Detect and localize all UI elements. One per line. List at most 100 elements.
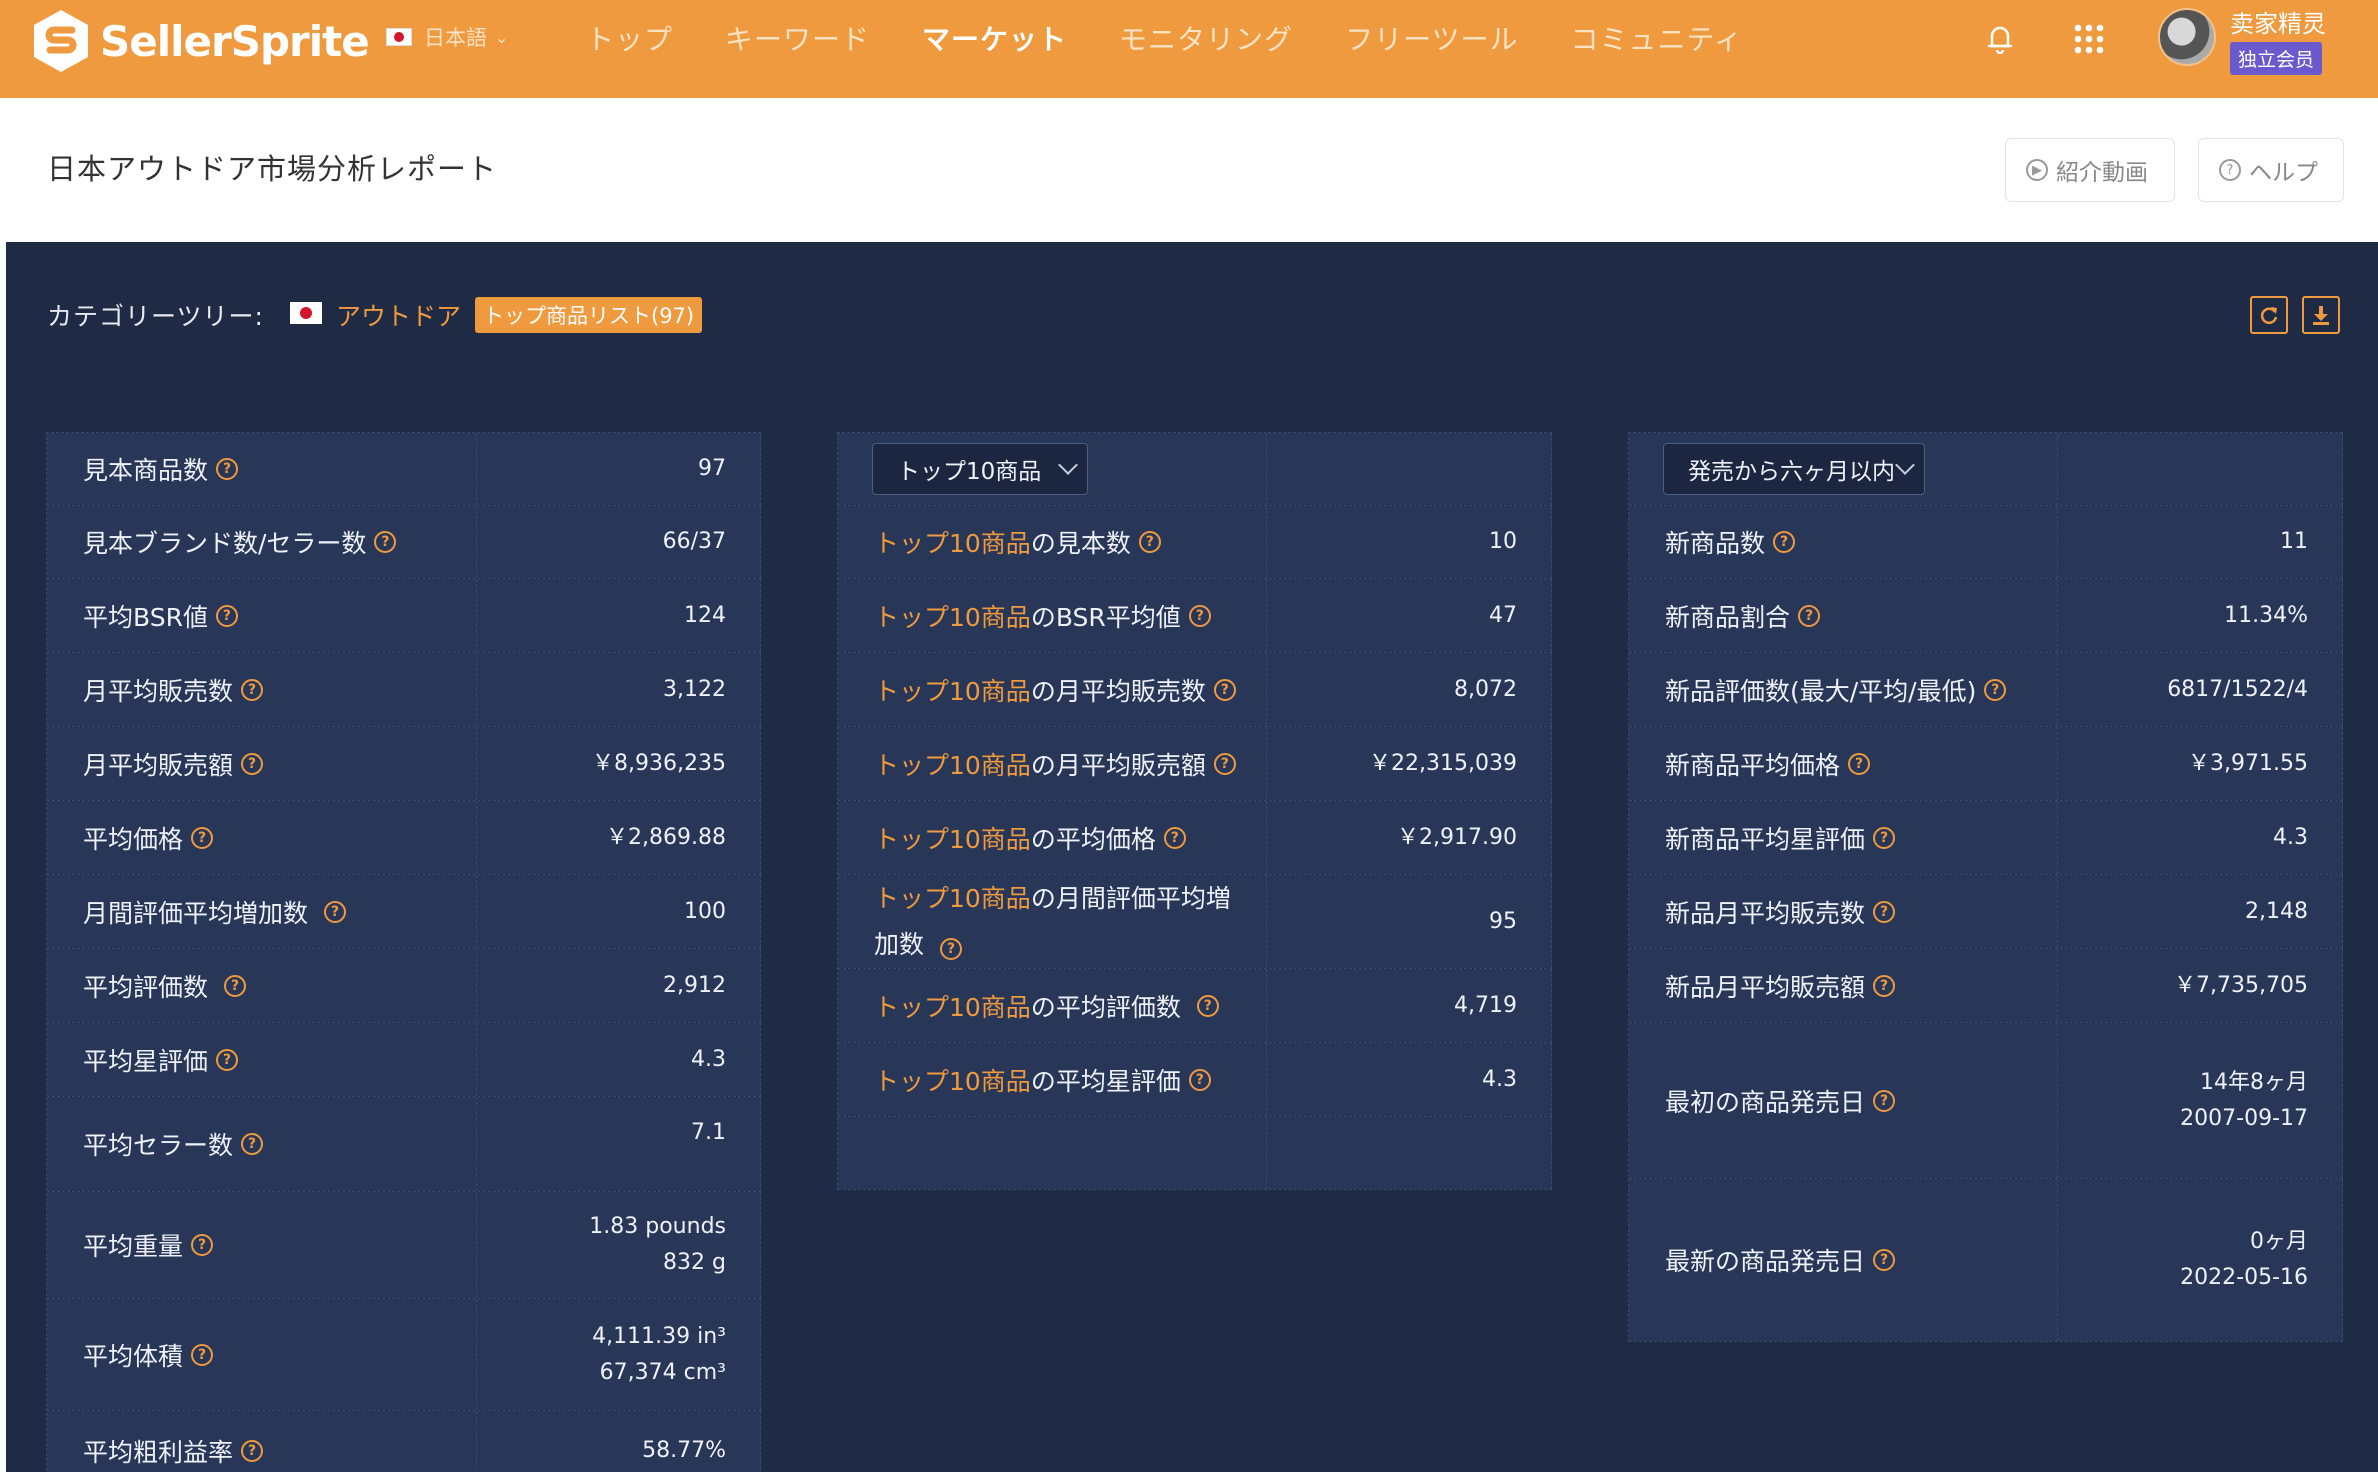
- nav-item-free-tools[interactable]: フリーツール: [1345, 18, 1518, 58]
- download-button[interactable]: [2302, 296, 2340, 334]
- help-icon[interactable]: ?: [1798, 604, 1821, 627]
- row-value-line1: 4,111.39 in³: [592, 1323, 726, 1349]
- category-link[interactable]: アウトドア: [336, 297, 461, 333]
- row-label: 平均価格?: [47, 801, 477, 874]
- top10-select[interactable]: トップ10商品: [872, 443, 1088, 495]
- help-icon[interactable]: ?: [1138, 531, 1161, 553]
- help-icon[interactable]: ?: [241, 752, 264, 775]
- row-value-line2: 67,374 cm³: [599, 1359, 726, 1385]
- row-label: トップ10商品の月間評価平均増 加数?: [838, 875, 1267, 968]
- row-label: 最初の商品発売日?: [1629, 1023, 2058, 1178]
- table-row: 見本ブランド数/セラー数? 66/37: [47, 506, 761, 579]
- row-label: トップ10商品 のBSR平均値?: [838, 579, 1267, 652]
- row-value: 3,122: [477, 653, 761, 726]
- table-row: トップ10商品: [838, 433, 1552, 506]
- help-icon[interactable]: ?: [374, 531, 397, 553]
- row-value: 8,072: [1267, 653, 1552, 726]
- help-icon[interactable]: ?: [1213, 678, 1236, 701]
- help-icon[interactable]: ?: [1773, 531, 1796, 553]
- row-label: 新商品割合?: [1629, 579, 2058, 652]
- row-value: 4.3: [2058, 801, 2343, 874]
- top10-select-value: トップ10商品: [897, 459, 1042, 485]
- row-value: ￥22,315,039: [1267, 727, 1552, 800]
- top-products-list-badge[interactable]: トップ商品リスト(97): [475, 297, 703, 333]
- brand-logo[interactable]: SellerSprite: [30, 8, 370, 74]
- download-icon: [2313, 306, 2329, 325]
- row-value: 58.77%: [477, 1411, 761, 1472]
- help-icon[interactable]: ?: [324, 900, 347, 923]
- row-value-line1: 14年8ヶ月: [2200, 1069, 2308, 1095]
- chevron-down-icon: ⌄: [495, 27, 509, 47]
- help-icon[interactable]: ?: [1873, 900, 1896, 923]
- help-icon[interactable]: ?: [191, 1234, 214, 1256]
- table-row: 平均粗利益率? 58.77%: [47, 1411, 761, 1472]
- help-icon[interactable]: ?: [940, 937, 963, 960]
- row-label: 新品月平均販売数?: [1629, 875, 2058, 948]
- page-header: 日本アウトドア市場分析レポート ▶ 紹介動画 ? ヘルプ: [0, 98, 2378, 242]
- intro-video-label: 紹介動画: [2056, 160, 2148, 186]
- row-label: 平均体積?: [47, 1299, 477, 1410]
- refresh-button[interactable]: [2250, 296, 2288, 334]
- row-value: 6817/1522/4: [2058, 653, 2343, 726]
- row-value-line2: 2022-05-16: [2180, 1265, 2308, 1290]
- table-row: トップ10商品 の平均評価数? 4,719: [838, 969, 1552, 1043]
- row-value-line2: 832 g: [663, 1250, 726, 1275]
- help-button[interactable]: ? ヘルプ: [2198, 138, 2344, 202]
- help-icon[interactable]: ?: [1873, 1089, 1896, 1112]
- table-row: トップ10商品 の月平均販売数? 8,072: [838, 653, 1552, 727]
- help-icon[interactable]: ?: [216, 1048, 239, 1071]
- help-label: ヘルプ: [2249, 160, 2318, 186]
- help-icon[interactable]: ?: [1213, 752, 1236, 775]
- help-icon[interactable]: ?: [1163, 826, 1186, 849]
- row-value: 100: [477, 875, 761, 948]
- help-icon[interactable]: ?: [224, 974, 247, 997]
- row-value: [1267, 433, 1552, 505]
- help-icon[interactable]: ?: [1196, 994, 1219, 1017]
- japan-flag-icon: [386, 28, 412, 46]
- help-icon[interactable]: ?: [241, 1133, 264, 1155]
- bell-icon[interactable]: [1980, 18, 2020, 58]
- apps-grid-icon[interactable]: [2072, 22, 2106, 56]
- help-icon[interactable]: ?: [1984, 678, 2007, 701]
- help-icon[interactable]: ?: [215, 604, 238, 627]
- nav-item-top[interactable]: トップ: [586, 18, 673, 58]
- row-value-line1: 0ヶ月: [2250, 1229, 2308, 1254]
- row-value: 11: [2058, 506, 2343, 578]
- row-label: 平均評価数?: [47, 949, 477, 1022]
- refresh-icon: [2260, 307, 2278, 324]
- help-icon[interactable]: ?: [216, 458, 239, 480]
- help-icon[interactable]: ?: [1188, 1068, 1211, 1091]
- row-label: トップ10商品 の平均評価数?: [838, 969, 1267, 1042]
- row-label: 平均BSR値?: [47, 579, 477, 652]
- row-label: 新商品数?: [1629, 506, 2058, 578]
- help-icon[interactable]: ?: [1873, 826, 1896, 849]
- language-label: 日本語: [424, 26, 487, 50]
- help-icon[interactable]: ?: [191, 826, 214, 849]
- row-label: 平均セラー数?: [47, 1097, 477, 1191]
- top-navbar: SellerSprite 日本語 ⌄ トップ キーワード マーケット モニタリン…: [0, 0, 2378, 98]
- nav-item-community[interactable]: コミュニティ: [1571, 18, 1743, 58]
- help-icon[interactable]: ?: [1188, 604, 1211, 627]
- nav-item-keyword[interactable]: キーワード: [725, 18, 870, 58]
- help-icon[interactable]: ?: [191, 1343, 214, 1366]
- nav-item-market[interactable]: マーケット: [922, 18, 1067, 58]
- row-label: 月平均販売数?: [47, 653, 477, 726]
- help-icon[interactable]: ?: [1873, 974, 1896, 997]
- user-name[interactable]: 卖家精灵: [2230, 4, 2326, 39]
- table-row: 月平均販売数? 3,122: [47, 653, 761, 727]
- row-value-line2: 2007-09-17: [2180, 1105, 2308, 1131]
- table-row: トップ10商品 の月平均販売額? ￥22,315,039: [838, 727, 1552, 801]
- row-label: 平均星評価?: [47, 1023, 477, 1096]
- table-row: 発売から六ヶ月以内: [1629, 433, 2343, 506]
- help-icon[interactable]: ?: [1873, 1249, 1896, 1271]
- help-icon[interactable]: ?: [241, 678, 264, 701]
- language-selector[interactable]: 日本語 ⌄: [386, 22, 508, 52]
- help-icon[interactable]: ?: [241, 1439, 264, 1462]
- intro-video-button[interactable]: ▶ 紹介動画: [2005, 138, 2175, 202]
- period-select[interactable]: 発売から六ヶ月以内: [1663, 443, 1925, 495]
- user-avatar[interactable]: [2158, 8, 2216, 66]
- top10-table: トップ10商品 トップ10商品 の見本数? 10 トップ10商品 のBSR平均値? …: [837, 432, 1552, 1190]
- row-value: 4.3: [1267, 1043, 1552, 1116]
- help-icon[interactable]: ?: [1848, 752, 1871, 775]
- nav-item-monitoring[interactable]: モニタリング: [1119, 18, 1293, 58]
